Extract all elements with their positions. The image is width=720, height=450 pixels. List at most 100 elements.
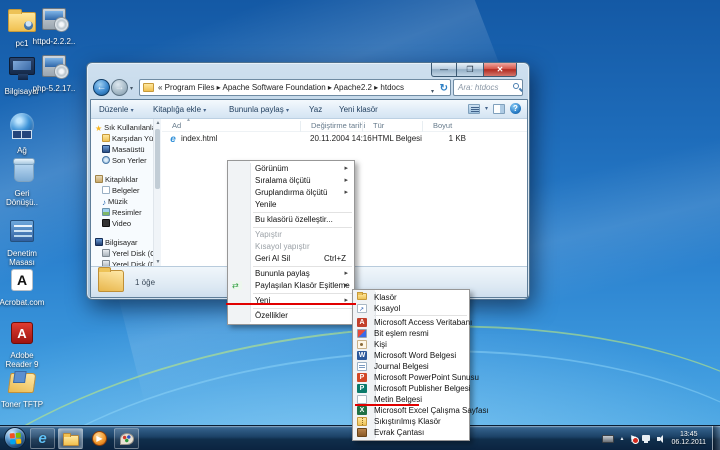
chevron-down-icon: ▾: [203, 108, 206, 114]
column-header-size[interactable]: Boyut: [422, 121, 468, 132]
taskbar-clock[interactable]: 13:45 06.12.2011: [671, 431, 706, 447]
submenu-item-excel[interactable]: Microsoft Excel Çalışma Sayfası: [353, 405, 469, 416]
help-icon[interactable]: ?: [510, 103, 521, 114]
submenu-item-klasor[interactable]: Klasör: [353, 292, 469, 303]
menu-item-gruplandirma-olcutu[interactable]: Gruplandırma ölçütü▸: [228, 187, 354, 199]
item-count: 1 öğe: [135, 278, 155, 287]
submenu-item-kisi[interactable]: Kişi: [353, 339, 469, 350]
tray-device-icon[interactable]: [602, 435, 614, 443]
menu-item-ozellikler[interactable]: Özellikler: [228, 310, 354, 322]
sidebar-item-libraries[interactable]: Kitaplıklar: [95, 175, 138, 184]
submenu-item-kisayol[interactable]: Kısayol: [353, 303, 469, 314]
sidebar-item-pictures[interactable]: Resimler: [102, 208, 142, 217]
column-header-name[interactable]: Ad: [162, 121, 300, 130]
recent-places-icon: [102, 156, 110, 164]
forward-button[interactable]: →: [111, 79, 128, 96]
menu-item-bununla-paylas[interactable]: Bununla paylaş▸: [228, 268, 354, 280]
icon-label: Adobe Reader 9: [0, 351, 44, 369]
network-icon[interactable]: [642, 435, 652, 443]
address-dropdown-icon[interactable]: ▾: [431, 85, 434, 96]
toolbar-bununla-paylas[interactable]: Bununla paylaş ▾: [229, 105, 289, 114]
column-header-date[interactable]: Değiştirme tarihi: [300, 121, 362, 132]
address-bar[interactable]: « Program Files ▸ Apache Software Founda…: [139, 79, 451, 96]
scroll-down-icon[interactable]: ▼: [155, 259, 161, 265]
sidebar-item-computer[interactable]: Bilgisayar: [95, 238, 138, 247]
submenu-arrow-icon: ▸: [344, 187, 348, 199]
sidebar-item-music[interactable]: ♪Müzik: [102, 197, 128, 206]
sidebar-item-documents[interactable]: Belgeler: [102, 186, 140, 195]
menu-item-paylasilan-klasor-esitleme[interactable]: Paylaşılan Klasör Eşitleme▸: [228, 280, 354, 292]
desktop-icon-denetim-masasi[interactable]: Denetim Masası: [0, 218, 50, 267]
scroll-up-icon[interactable]: ▲: [155, 120, 161, 126]
desktop-icon-php[interactable]: php-5.2.17..: [26, 53, 82, 93]
desktop-icon-ag[interactable]: Ağ: [0, 112, 50, 155]
taskbar-ie-button[interactable]: e: [30, 428, 55, 449]
icon-label: Toner TFTP: [0, 400, 50, 409]
menu-item-bu-klasoru-ozellestir[interactable]: Bu klasörü özelleştir...: [228, 214, 354, 226]
desktop-icon-geri-donusum[interactable]: Geri Dönüşü..: [0, 158, 50, 207]
toolbar-duzenle[interactable]: Düzenle ▾: [99, 105, 134, 114]
submenu-item-publisher[interactable]: Microsoft Publisher Belgesi: [353, 383, 469, 394]
sidebar-item-disk-c[interactable]: Yerel Disk (C:): [102, 249, 153, 258]
volume-icon[interactable]: [657, 434, 666, 443]
toolbar-yaz[interactable]: Yaz: [309, 105, 322, 114]
desktop-icon: [102, 145, 110, 153]
desktop-icon-toner-tftp[interactable]: Toner TFTP: [0, 370, 50, 409]
back-button[interactable]: ←: [93, 79, 110, 96]
video-icon: [102, 219, 110, 227]
clock-time: 13:45: [680, 431, 698, 438]
submenu-item-bitmap[interactable]: Bit eşlem resmi: [353, 328, 469, 339]
history-dropdown-icon[interactable]: ▾: [130, 85, 133, 92]
desktop-icon-acrobat[interactable]: Acrobat.com: [0, 267, 50, 307]
menu-separator: [374, 315, 467, 316]
tray-expand-icon[interactable]: ▲: [619, 436, 624, 442]
desktop-icon-httpd[interactable]: httpd-2.2.2..: [26, 6, 82, 46]
toolbar-kitapliga-ekle[interactable]: Kitaplığa ekle ▾: [153, 105, 206, 114]
sidebar-item-favorites[interactable]: ★Sık Kullanılanlar: [95, 123, 153, 132]
start-button[interactable]: [4, 427, 26, 449]
submenu-item-sikistirilmis-klasor[interactable]: Sıkıştırılmış Klasör: [353, 416, 469, 427]
column-header-type[interactable]: Tür: [362, 121, 422, 132]
toolbar-yeni-klasor[interactable]: Yeni klasör: [339, 105, 378, 114]
desktop-icon-adobe-reader[interactable]: Adobe Reader 9: [0, 320, 50, 369]
minimize-button[interactable]: —: [431, 63, 457, 77]
menu-item-siralama-olcutu[interactable]: Sıralama ölçütü▸: [228, 175, 354, 187]
file-type: HTML Belgesi: [372, 132, 422, 146]
sidebar-item-desktop[interactable]: Masaüstü: [102, 145, 145, 154]
html-file-icon: e: [168, 135, 178, 145]
preview-pane-icon[interactable]: [493, 104, 505, 114]
taskbar-wmp-button[interactable]: ▶: [92, 431, 107, 446]
menu-item-gorunum[interactable]: Görünüm▸: [228, 163, 354, 175]
submenu-item-powerpoint[interactable]: Microsoft PowerPoint Sunusu: [353, 372, 469, 383]
menu-item-yenile[interactable]: Yenile: [228, 199, 354, 211]
libraries-icon: [95, 175, 103, 183]
search-icon[interactable]: [513, 83, 519, 89]
sidebar-scrollbar[interactable]: ▲ ▼: [153, 119, 161, 266]
views-dropdown-icon[interactable]: ▾: [485, 105, 488, 112]
refresh-icon[interactable]: ↻: [440, 81, 448, 96]
taskbar-explorer-button[interactable]: [58, 428, 83, 449]
sidebar-item-downloads[interactable]: Karşıdan Yüklem: [102, 134, 153, 143]
icon-label: Acrobat.com: [0, 298, 50, 307]
submenu-item-word[interactable]: Microsoft Word Belgesi: [353, 350, 469, 361]
scrollbar-thumb[interactable]: [155, 129, 160, 189]
maximize-button[interactable]: ❐: [457, 63, 483, 77]
close-button[interactable]: ✕: [483, 63, 517, 77]
taskbar-paint-button[interactable]: [114, 428, 139, 449]
sidebar-item-recent[interactable]: Son Yerler: [102, 156, 147, 165]
action-center-flag-icon[interactable]: ⚑: [629, 434, 637, 444]
sidebar-item-video[interactable]: Video: [102, 219, 131, 228]
documents-icon: [102, 186, 110, 194]
show-desktop-button[interactable]: [712, 426, 720, 450]
menu-item-yeni[interactable]: Yeni▸: [228, 295, 354, 307]
search-input[interactable]: Ara: htdocs: [453, 79, 523, 96]
file-row-index-html[interactable]: eindex.html 20.11.2004 14:16 HTML Belges…: [162, 132, 527, 146]
views-icon[interactable]: [468, 104, 480, 114]
pictures-icon: [102, 208, 110, 216]
breadcrumb[interactable]: « Program Files ▸ Apache Software Founda…: [158, 83, 404, 92]
menu-item-geri-al-sil[interactable]: Geri Al SilCtrl+Z: [228, 253, 354, 265]
submenu-item-journal[interactable]: Journal Belgesi: [353, 361, 469, 372]
submenu-arrow-icon: ▸: [344, 280, 348, 292]
submenu-item-evrak-cantasi[interactable]: Evrak Çantası: [353, 427, 469, 438]
submenu-item-access[interactable]: Microsoft Access Veritabanı: [353, 317, 469, 328]
